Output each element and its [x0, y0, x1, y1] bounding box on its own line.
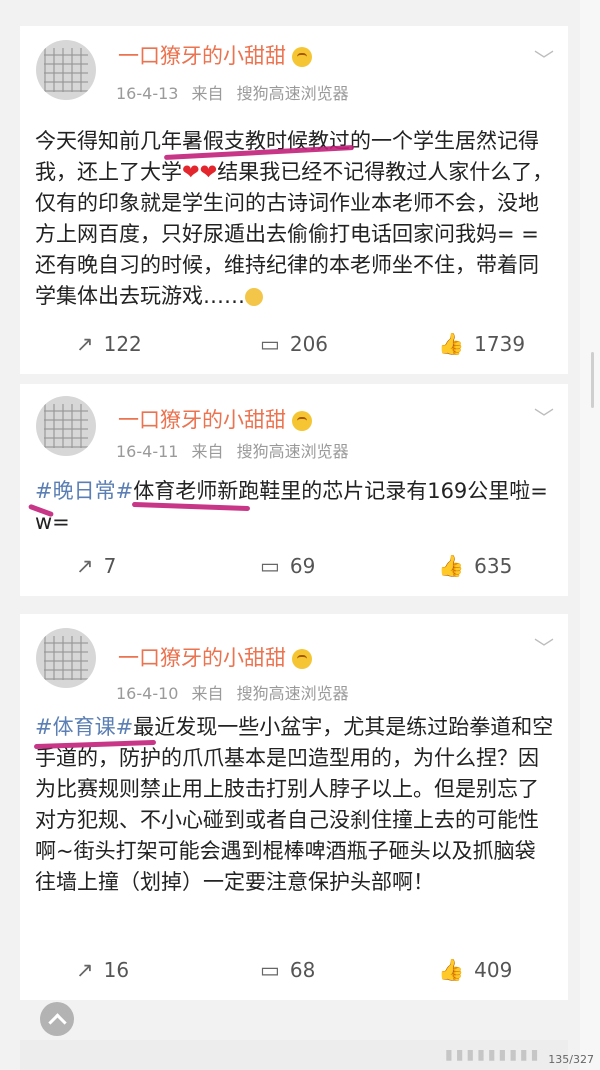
- comment-icon: ▭: [260, 958, 280, 982]
- repost-icon: ↗: [76, 958, 94, 982]
- repost-button[interactable]: ↗ 16: [76, 958, 129, 982]
- avatar[interactable]: [36, 628, 96, 688]
- like-icon: 👍: [438, 554, 465, 578]
- user-badge-icon: [292, 649, 312, 669]
- username[interactable]: 一口獠牙的小甜甜: [118, 40, 312, 70]
- post-meta: 16-4-10 来自 搜狗高速浏览器: [116, 680, 357, 704]
- avatar[interactable]: [36, 40, 96, 100]
- scroll-up-icon[interactable]: [40, 1002, 74, 1036]
- user-badge-icon: [292, 411, 312, 431]
- comment-button[interactable]: ▭ 69: [260, 554, 315, 578]
- comment-icon: ▭: [260, 332, 280, 356]
- avatar[interactable]: [36, 396, 96, 456]
- post-meta: 16-4-13 来自 搜狗高速浏览器: [116, 80, 357, 104]
- chevron-down-icon[interactable]: ﹀: [534, 632, 554, 661]
- post-meta: 16-4-11 来自 搜狗高速浏览器: [116, 438, 357, 462]
- like-icon: 👍: [438, 958, 465, 982]
- action-bar: ↗ 16 ▭ 68 👍 409: [20, 944, 568, 1000]
- user-badge-icon: [292, 47, 312, 67]
- like-button[interactable]: 👍 635: [438, 554, 512, 579]
- source-prefix: 来自: [191, 442, 224, 461]
- source-prefix: 来自: [191, 684, 224, 703]
- source-prefix: 来自: [191, 84, 224, 103]
- comment-button[interactable]: ▭ 206: [260, 332, 328, 356]
- repost-button[interactable]: ↗ 122: [76, 332, 142, 356]
- post-date: 16-4-13: [116, 84, 179, 103]
- repost-icon: ↗: [76, 332, 94, 356]
- post-source: 搜狗高速浏览器: [236, 684, 349, 703]
- post-source: 搜狗高速浏览器: [236, 442, 349, 461]
- like-button[interactable]: 👍 409: [438, 958, 512, 983]
- chevron-down-icon[interactable]: ﹀: [534, 44, 554, 73]
- page-counter: 135/327: [548, 1053, 594, 1066]
- post-card: 一口獠牙的小甜甜 16-4-13 来自 搜狗高速浏览器 ﹀ 今天得知前几年暑假支…: [20, 26, 568, 374]
- post-card: 一口獠牙的小甜甜 16-4-11 来自 搜狗高速浏览器 ﹀ #晚日常#体育老师新…: [20, 384, 568, 596]
- rating-dots: ▮▮▮▮▮▮▮▮▮: [445, 1047, 542, 1063]
- username[interactable]: 一口獠牙的小甜甜: [118, 404, 312, 434]
- hashtag-link[interactable]: #晚日常#: [35, 479, 133, 503]
- post-date: 16-4-10: [116, 684, 179, 703]
- chevron-down-icon[interactable]: ﹀: [534, 402, 554, 431]
- post-text: #体育课#最近发现一些小盆宇，尤其是练过跆拳道和空手道的，防护的爪爪基本是凹造型…: [35, 715, 554, 894]
- post-card: 一口獠牙的小甜甜 16-4-10 来自 搜狗高速浏览器 ﹀ #体育课#最近发现一…: [20, 614, 568, 1000]
- post-date: 16-4-11: [116, 442, 179, 461]
- post-source: 搜狗高速浏览器: [236, 84, 349, 103]
- weibo-feed: 一口獠牙的小甜甜 16-4-13 来自 搜狗高速浏览器 ﹀ 今天得知前几年暑假支…: [0, 0, 580, 1070]
- scrollbar-thumb[interactable]: [591, 352, 594, 408]
- comment-button[interactable]: ▭ 68: [260, 958, 315, 982]
- post-text: 今天得知前几年暑假支教时候教过的一个学生居然记得我，还上了大学❤❤结果我已经不记…: [35, 129, 554, 308]
- comment-icon: ▭: [260, 554, 280, 578]
- emoji-icon: [245, 288, 263, 306]
- repost-button[interactable]: ↗ 7: [76, 554, 116, 578]
- like-icon: 👍: [438, 332, 465, 356]
- username[interactable]: 一口獠牙的小甜甜: [118, 642, 312, 672]
- post-text: #晚日常#体育老师新跑鞋里的芯片记录有169公里啦=w=: [35, 479, 548, 534]
- like-button[interactable]: 👍 1739: [438, 332, 525, 357]
- scrollbar[interactable]: [580, 0, 600, 1070]
- action-bar: ↗ 7 ▭ 69 👍 635: [20, 540, 568, 596]
- heart-icon: ❤❤: [182, 160, 218, 184]
- action-bar: ↗ 122 ▭ 206 👍 1739: [20, 318, 568, 374]
- repost-icon: ↗: [76, 554, 94, 578]
- hashtag-link[interactable]: #体育课#: [35, 715, 133, 739]
